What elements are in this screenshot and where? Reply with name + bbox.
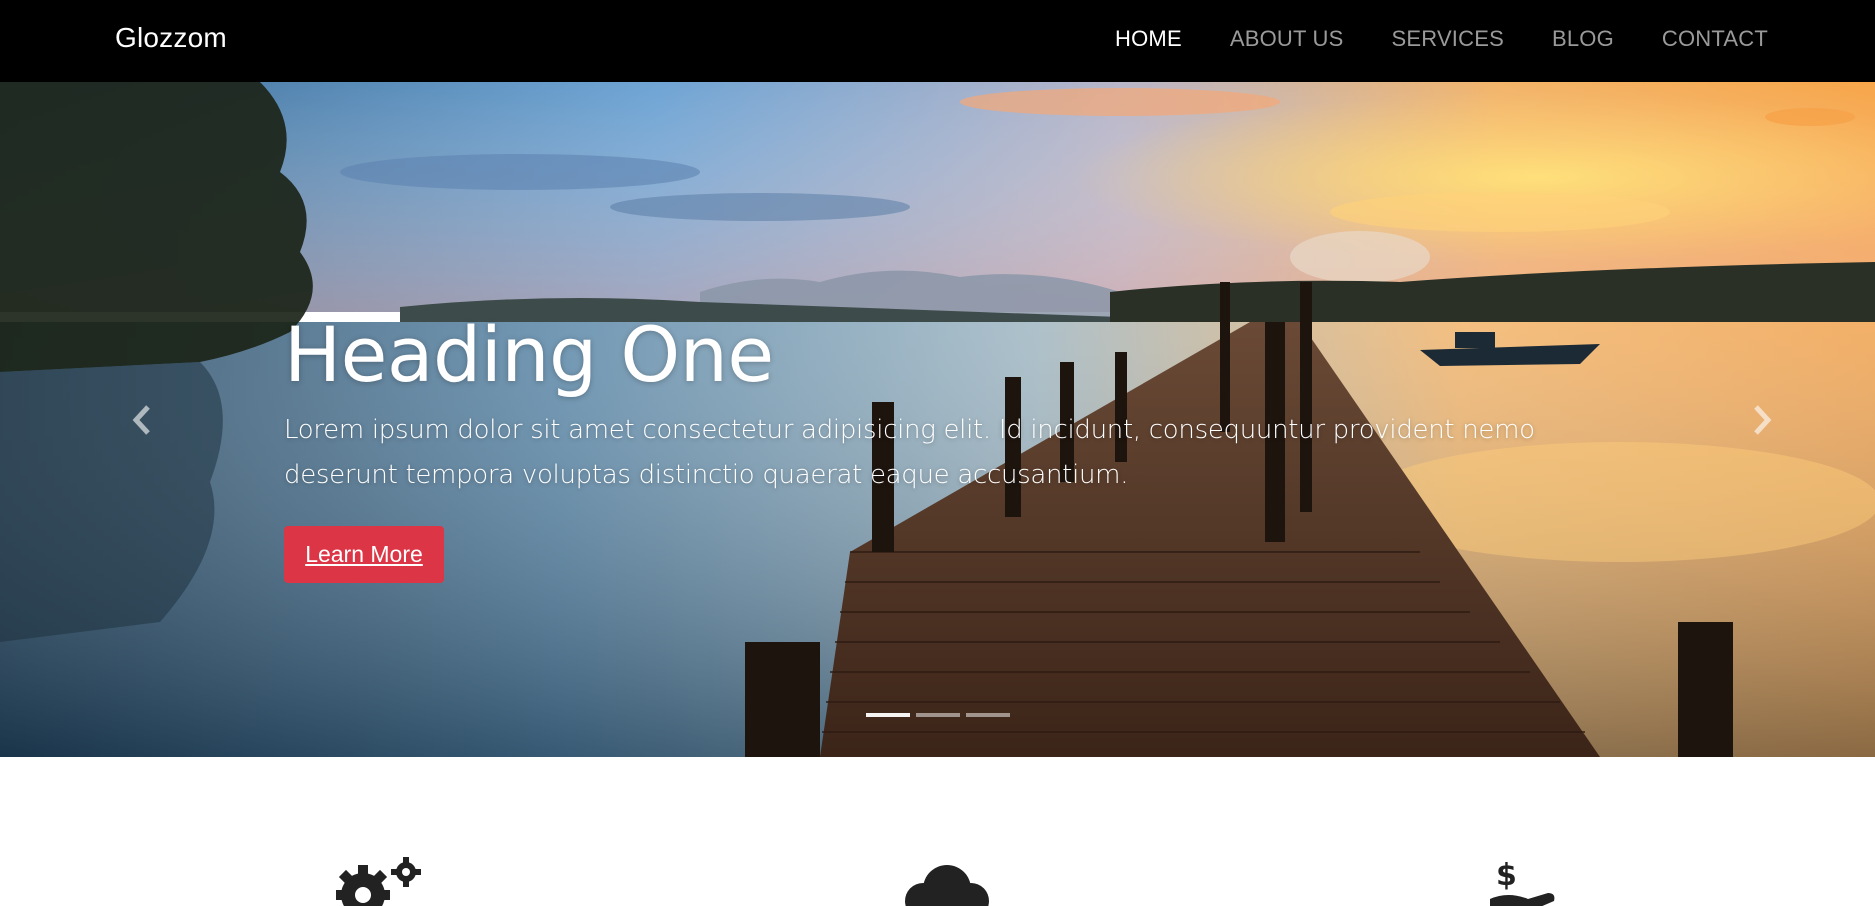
nav-link-home[interactable]: HOME: [1115, 26, 1182, 51]
carousel-prev-button[interactable]: [72, 82, 212, 757]
navbar: Glozzom HOME ABOUT US SERVICES BLOG CONT…: [0, 0, 1875, 82]
carousel-indicator-3[interactable]: [965, 713, 1010, 717]
carousel-indicator-2[interactable]: [915, 713, 960, 717]
carousel-indicators: [0, 713, 1875, 717]
carousel-indicator-1[interactable]: [865, 713, 910, 717]
learn-more-button[interactable]: Learn More: [284, 526, 444, 583]
cloud-icon: [905, 865, 989, 906]
svg-text:$: $: [1496, 858, 1517, 893]
nav-menu: HOME ABOUT US SERVICES BLOG CONTACT: [1115, 26, 1768, 52]
brand-logo[interactable]: Glozzom: [115, 22, 227, 54]
nav-link-about-us[interactable]: ABOUT US: [1230, 26, 1344, 51]
chevron-left-icon: [132, 404, 150, 435]
carousel-next-button[interactable]: [1692, 82, 1832, 757]
carousel-heading: Heading One: [284, 310, 774, 399]
nav-link-services[interactable]: SERVICES: [1392, 26, 1504, 51]
nav-link-contact[interactable]: CONTACT: [1662, 26, 1768, 51]
hero-carousel: Heading One Lorem ipsum dolor sit amet c…: [0, 82, 1875, 757]
carousel-text: Lorem ipsum dolor sit amet consectetur a…: [284, 415, 1535, 490]
chevron-right-icon: [1754, 404, 1772, 435]
hand-holding-usd-icon: $: [1490, 858, 1555, 906]
nav-link-blog[interactable]: BLOG: [1552, 26, 1614, 51]
carousel-caption: Heading One Lorem ipsum dolor sit amet c…: [284, 310, 1544, 583]
features-section: $: [0, 757, 1875, 906]
gears-icon: [336, 857, 421, 906]
